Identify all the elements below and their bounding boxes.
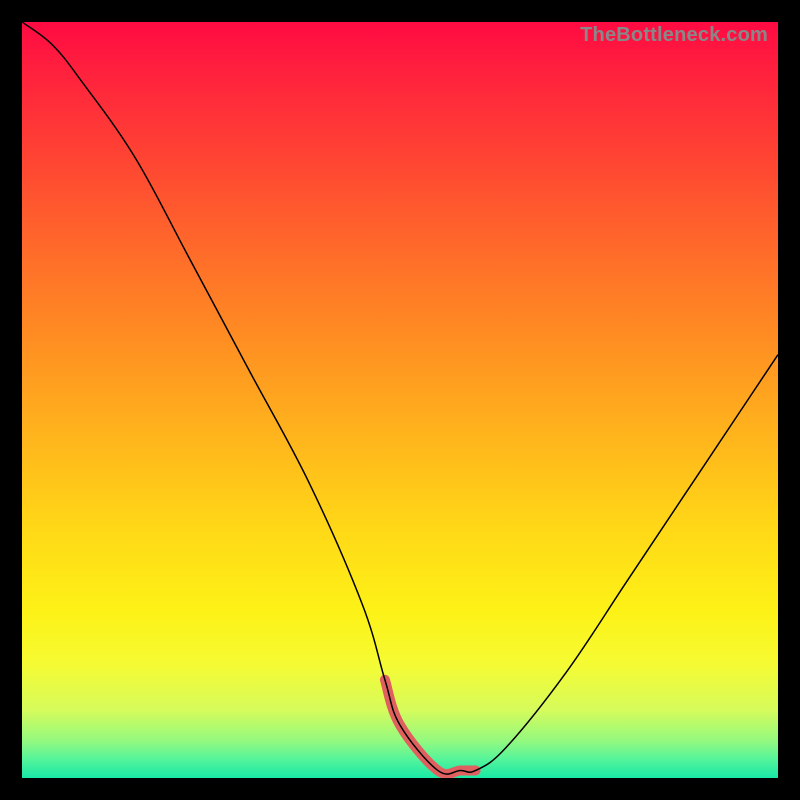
watermark-text: TheBottleneck.com [580, 24, 768, 47]
bottleneck-curve [22, 22, 778, 774]
chart-area: TheBottleneck.com [22, 22, 778, 778]
bottleneck-chart [22, 22, 778, 778]
optimal-range-curve [385, 680, 476, 774]
